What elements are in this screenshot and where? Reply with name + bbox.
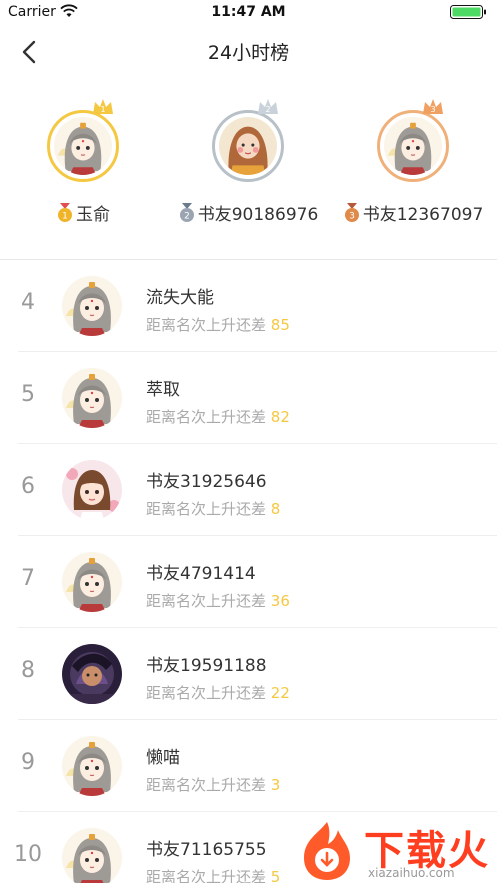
gap-text: 距离名次上升还差 8 [146, 498, 280, 519]
gap-text: 距离名次上升还差 82 [146, 406, 290, 427]
avatar [62, 828, 122, 883]
status-bar: Carrier 11:47 AM [0, 0, 497, 26]
avatar [62, 644, 122, 704]
gap-label: 距离名次上升还差 [146, 500, 267, 518]
nav-bar: 24小时榜 [0, 26, 497, 76]
svg-text:1: 1 [100, 105, 105, 114]
avatar [62, 736, 122, 796]
svg-text:3: 3 [349, 212, 355, 222]
gap-label: 距离名次上升还差 [146, 684, 267, 702]
gap-value: 82 [270, 408, 290, 426]
gap-text: 距离名次上升还差 36 [146, 590, 290, 611]
crown-icon: 3 [423, 99, 443, 114]
svg-text:2: 2 [265, 105, 270, 114]
gap-label: 距离名次上升还差 [146, 592, 267, 610]
watermark-url: xiazaihuo.com [368, 866, 455, 880]
podium-second[interactable]: 2 2 书友90186976 [168, 90, 328, 240]
list-item[interactable]: 8 书友19591188 距离名次上升还差 22 [0, 628, 497, 720]
gap-value: 22 [270, 684, 290, 702]
podium-name: 书友12367097 [362, 205, 484, 225]
clock: 11:47 AM [211, 4, 286, 20]
gap-label: 距离名次上升还差 [146, 408, 267, 426]
avatar [62, 368, 122, 428]
rank-number: 8 [21, 658, 35, 683]
gap-label: 距离名次上升还差 [146, 316, 267, 334]
gap-text: 距离名次上升还差 5 [146, 866, 280, 883]
crown-icon: 1 [93, 99, 113, 114]
watermark: 下载火 xiazaihuo.com [292, 816, 497, 883]
svg-text:2: 2 [184, 212, 190, 222]
avatar [47, 110, 119, 182]
gap-value: 3 [270, 776, 281, 794]
podium-name-row: 3 书友12367097 [333, 200, 493, 225]
rank-number: 9 [21, 750, 35, 775]
crown-icon: 2 [258, 99, 278, 114]
list-item[interactable]: 4 流失大能 距离名次上升还差 85 [0, 260, 497, 352]
bronze-medal-icon: 3 [344, 203, 359, 222]
gold-medal-icon: 1 [58, 203, 72, 222]
rank-number: 5 [21, 382, 35, 407]
user-name: 书友71165755 [146, 840, 267, 860]
gap-value: 85 [270, 316, 290, 334]
gap-text: 距离名次上升还差 22 [146, 682, 290, 703]
avatar [377, 110, 449, 182]
podium-name-row: 2 书友90186976 [168, 200, 328, 225]
user-name: 书友31925646 [146, 472, 267, 492]
avatar [62, 276, 122, 336]
flame-logo-icon [304, 822, 350, 880]
list-item[interactable]: 9 懒喵 距离名次上升还差 3 [0, 720, 497, 812]
battery-icon [450, 5, 486, 19]
svg-text:1: 1 [62, 212, 68, 222]
page-title: 24小时榜 [207, 42, 290, 64]
list-item[interactable]: 5 萃取 距离名次上升还差 82 [0, 352, 497, 444]
user-name: 懒喵 [146, 748, 180, 768]
rank-number: 7 [21, 566, 35, 591]
podium-name-row: 1 玉俞 [3, 200, 163, 225]
podium-name: 玉俞 [76, 205, 110, 225]
rank-number: 10 [14, 842, 42, 867]
user-name: 书友19591188 [146, 656, 267, 676]
gap-value: 5 [270, 868, 281, 883]
list-item[interactable]: 6 书友31925646 距离名次上升还差 8 [0, 444, 497, 536]
user-name: 书友4791414 [146, 564, 256, 584]
avatar [62, 552, 122, 612]
gap-text: 距离名次上升还差 3 [146, 774, 280, 795]
gap-label: 距离名次上升还差 [146, 868, 267, 883]
svg-text:3: 3 [430, 105, 435, 114]
list-item[interactable]: 7 书友4791414 距离名次上升还差 36 [0, 536, 497, 628]
rank-number: 6 [21, 474, 35, 499]
podium-third[interactable]: 3 3 书友12367097 [333, 90, 493, 240]
gap-value: 8 [270, 500, 281, 518]
ranking-list: 4 流失大能 距离名次上升还差 85 5 萃取 距离名次上升还差 82 6 书友… [0, 260, 497, 883]
avatar [212, 110, 284, 182]
gap-text: 距离名次上升还差 85 [146, 314, 290, 335]
rank-number: 4 [21, 290, 35, 315]
gap-label: 距离名次上升还差 [146, 776, 267, 794]
podium-name: 书友90186976 [197, 205, 319, 225]
podium: 1 1 玉俞 2 2 书友90186976 3 3 书友12367097 [0, 90, 497, 260]
avatar [62, 460, 122, 520]
user-name: 萃取 [146, 380, 180, 400]
podium-first[interactable]: 1 1 玉俞 [3, 90, 163, 240]
user-name: 流失大能 [146, 288, 214, 308]
silver-medal-icon: 2 [179, 203, 194, 222]
gap-value: 36 [270, 592, 290, 610]
